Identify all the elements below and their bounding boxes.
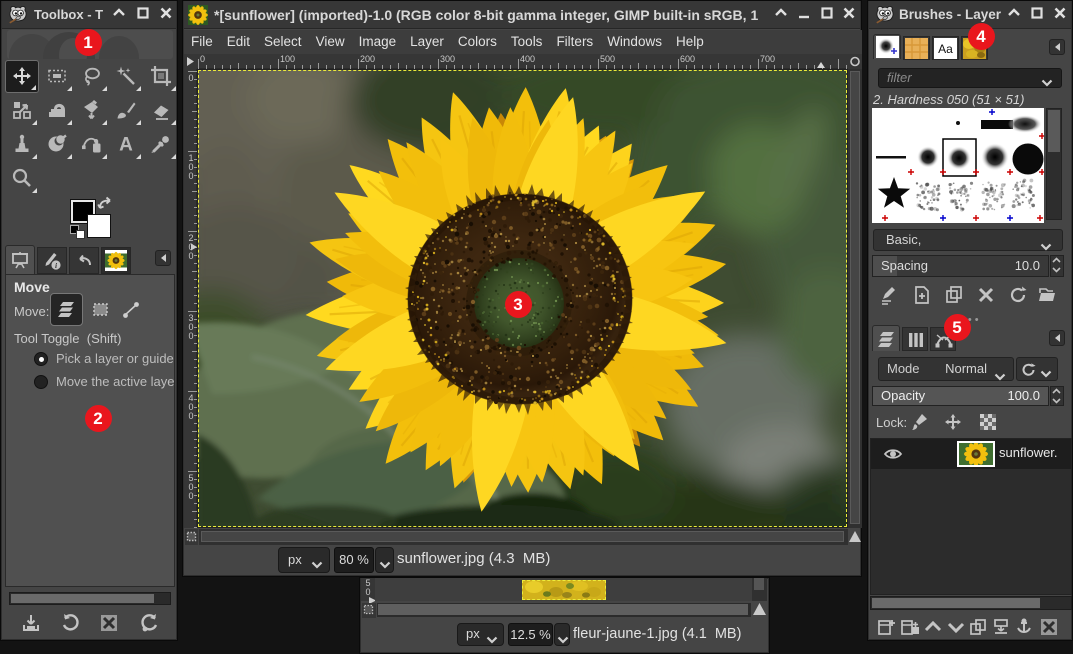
svg-text:700: 700 (760, 54, 775, 64)
svg-text:0: 0 (188, 411, 193, 421)
svg-text:0: 0 (188, 73, 193, 83)
svg-text:0: 0 (200, 54, 205, 64)
svg-text:0: 0 (188, 171, 193, 181)
svg-text:200: 200 (360, 54, 375, 64)
svg-text:0: 0 (188, 491, 193, 501)
svg-text:0: 0 (188, 251, 193, 261)
svg-text:600: 600 (680, 54, 695, 64)
svg-text:500: 500 (600, 54, 615, 64)
svg-text:0: 0 (188, 331, 193, 341)
svg-text:300: 300 (440, 54, 455, 64)
svg-text:100: 100 (280, 54, 295, 64)
svg-text:A: A (119, 135, 133, 156)
svg-text:Aa: Aa (938, 42, 953, 56)
svg-text:400: 400 (520, 54, 535, 64)
